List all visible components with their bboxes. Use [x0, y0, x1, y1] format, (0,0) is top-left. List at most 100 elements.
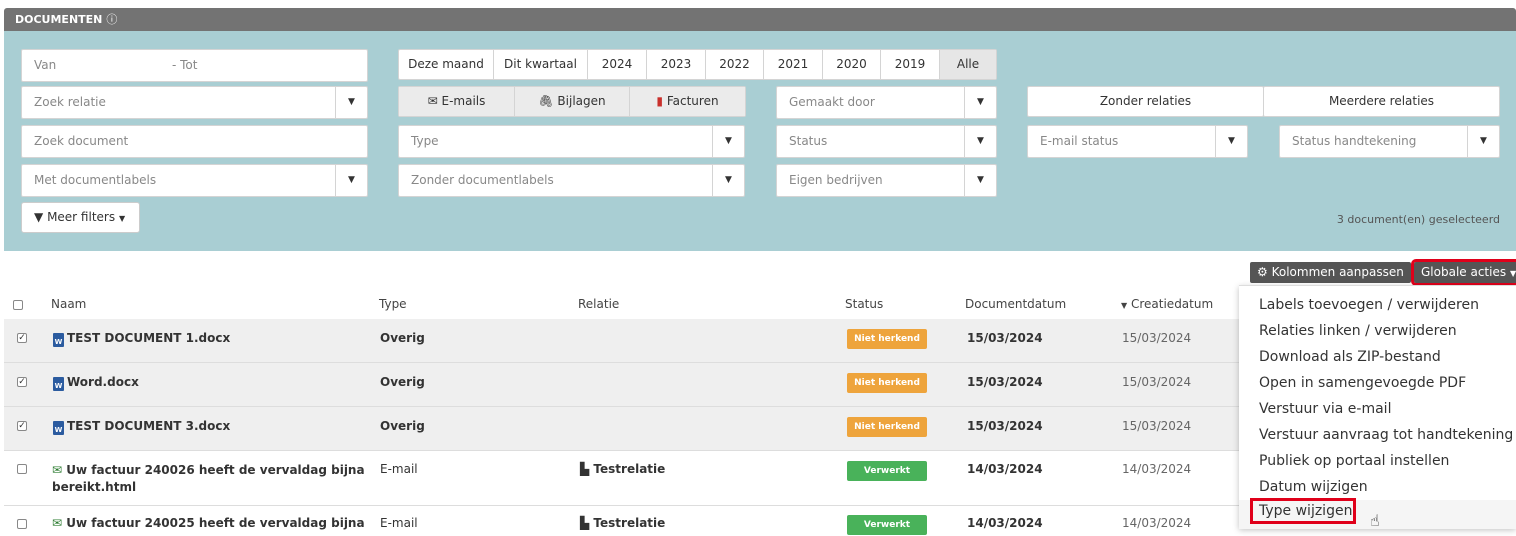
email-status-placeholder: E-mail status [1040, 134, 1119, 148]
row-type: E-mail [380, 462, 418, 476]
sort-desc-icon: ▼ [1121, 301, 1128, 310]
kolommen-aanpassen-label: Kolommen aanpassen [1271, 265, 1404, 279]
period-2022[interactable]: 2022 [706, 50, 764, 79]
row-checkbox[interactable]: ✓ [17, 421, 27, 431]
menu-open-pdf[interactable]: Open in samengevoegde PDF [1239, 370, 1516, 396]
gear-icon: ⚙ [1257, 265, 1268, 279]
row-type: Overig [380, 375, 425, 389]
column-relatie[interactable]: Relatie [578, 297, 619, 311]
row-checkbox[interactable]: ✓ [17, 377, 27, 387]
meer-filters-button[interactable]: ▼ Meer filters ▼ [21, 202, 140, 233]
globale-acties-label: Globale acties [1421, 265, 1507, 279]
meerdere-relaties-button[interactable]: Meerdere relaties [1263, 86, 1500, 117]
row-name[interactable]: ✉ Uw factuur 240026 heeft de vervaldag b… [52, 462, 365, 496]
word-file-icon: W [53, 333, 64, 347]
status-handtekening-placeholder: Status handtekening [1292, 134, 1417, 148]
selected-count: 3 document(en) geselecteerd [1336, 213, 1500, 226]
row-name-text: TEST DOCUMENT 3.docx [67, 419, 231, 433]
row-name[interactable]: W TEST DOCUMENT 1.docx [53, 331, 230, 347]
chevron-down-icon[interactable]: ▼ [964, 126, 996, 157]
chevron-down-icon[interactable]: ▼ [1467, 126, 1499, 157]
toggle-bijlagen-label: Bijlagen [557, 94, 606, 108]
row-type: Overig [380, 331, 425, 345]
row-type: Overig [380, 419, 425, 433]
column-naam[interactable]: Naam [51, 297, 86, 311]
column-type[interactable]: Type [379, 297, 407, 311]
panel-header: DOCUMENTEN ⓘ [4, 8, 1516, 31]
menu-verstuur-handtekening[interactable]: Verstuur aanvraag tot handtekening [1239, 422, 1516, 448]
period-dit-kwartaal[interactable]: Dit kwartaal [494, 50, 588, 79]
row-name-text: Word.docx [67, 375, 139, 389]
menu-datum-wijzigen[interactable]: Datum wijzigen [1239, 474, 1516, 500]
period-alle[interactable]: Alle [940, 50, 996, 79]
date-from-label: Van [34, 58, 57, 72]
word-file-icon: W [53, 421, 64, 435]
zonder-documentlabels-placeholder: Zonder documentlabels [411, 173, 554, 187]
row-checkbox[interactable] [17, 464, 27, 474]
chevron-down-icon[interactable]: ▼ [335, 87, 367, 118]
email-check-icon: ✉ [52, 463, 63, 477]
chevron-down-icon[interactable]: ▼ [964, 165, 996, 196]
status-select[interactable]: Status ▼ [776, 125, 997, 158]
status-badge: Verwerkt [847, 461, 927, 481]
zoek-document-input[interactable]: Zoek document [21, 125, 368, 158]
zoek-relatie-placeholder: Zoek relatie [34, 95, 106, 109]
period-2023[interactable]: 2023 [647, 50, 706, 79]
period-deze-maand[interactable]: Deze maand [399, 50, 494, 79]
zonder-documentlabels-select[interactable]: Zonder documentlabels ▼ [398, 164, 745, 197]
toggle-facturen[interactable]: ▮ Facturen [630, 87, 745, 116]
toggle-emails[interactable]: ✉ E-mails [399, 87, 515, 116]
met-documentlabels-select[interactable]: Met documentlabels ▼ [21, 164, 368, 197]
period-2020[interactable]: 2020 [823, 50, 881, 79]
column-creatiedatum[interactable]: ▼ Creatiedatum [1121, 297, 1213, 311]
chevron-down-icon[interactable]: ▼ [335, 165, 367, 196]
row-name[interactable]: W TEST DOCUMENT 3.docx [53, 419, 230, 435]
panel-title: DOCUMENTEN [15, 13, 103, 26]
row-created: 15/03/2024 [1122, 375, 1192, 389]
menu-type-wijzigen[interactable]: Type wijzigen [1250, 498, 1356, 524]
menu-publiek-portaal[interactable]: Publiek op portaal instellen [1239, 448, 1516, 474]
toggle-emails-label: E-mails [441, 94, 486, 108]
toggle-bijlagen[interactable]: 🖇 Bijlagen [515, 87, 630, 116]
select-all-checkbox[interactable] [13, 300, 23, 310]
row-docdate: 15/03/2024 [967, 331, 1043, 345]
invoice-icon: ▮ [656, 94, 664, 108]
period-2021[interactable]: 2021 [764, 50, 823, 79]
chevron-down-icon[interactable]: ▼ [964, 87, 996, 118]
row-relatie[interactable]: ▙ Testrelatie [580, 462, 665, 476]
row-relatie-text: Testrelatie [593, 462, 666, 476]
kolommen-aanpassen-button[interactable]: ⚙ Kolommen aanpassen [1250, 262, 1411, 283]
column-status[interactable]: Status [845, 297, 883, 311]
caret-down-icon: ▼ [1509, 269, 1516, 278]
question-circle-icon[interactable]: ⓘ [106, 13, 117, 26]
row-created: 15/03/2024 [1122, 331, 1192, 345]
filter-icon: ▼ [34, 210, 44, 224]
menu-download-zip[interactable]: Download als ZIP-bestand [1239, 344, 1516, 370]
status-handtekening-select[interactable]: Status handtekening ▼ [1279, 125, 1500, 158]
chevron-down-icon[interactable]: ▼ [712, 165, 744, 196]
toggle-facturen-label: Facturen [666, 94, 719, 108]
period-2019[interactable]: 2019 [881, 50, 940, 79]
date-range-input[interactable]: Van - Tot [21, 49, 368, 82]
menu-labels-toevoegen[interactable]: Labels toevoegen / verwijderen [1239, 292, 1516, 318]
email-status-select[interactable]: E-mail status ▼ [1027, 125, 1248, 158]
globale-acties-button[interactable]: Globale acties ▼ [1410, 259, 1516, 286]
period-2024[interactable]: 2024 [588, 50, 647, 79]
date-to-label: - Tot [172, 58, 198, 72]
chevron-down-icon[interactable]: ▼ [712, 126, 744, 157]
gemaakt-door-select[interactable]: Gemaakt door ▼ [776, 86, 997, 119]
row-created: 14/03/2024 [1122, 462, 1192, 476]
column-creatiedatum-label: Creatiedatum [1130, 297, 1214, 311]
chevron-down-icon[interactable]: ▼ [1215, 126, 1247, 157]
eigen-bedrijven-select[interactable]: Eigen bedrijven ▼ [776, 164, 997, 197]
type-select[interactable]: Type ▼ [398, 125, 745, 158]
row-checkbox[interactable]: ✓ [17, 333, 27, 343]
row-name-text-line2: bereikt.html [52, 480, 137, 494]
zoek-relatie-select[interactable]: Zoek relatie ▼ [21, 86, 368, 119]
zonder-relaties-button[interactable]: Zonder relaties [1027, 86, 1264, 117]
row-name[interactable]: W Word.docx [53, 375, 139, 391]
column-documentdatum[interactable]: Documentdatum [965, 297, 1066, 311]
factory-icon: ▙ [580, 462, 590, 476]
menu-relaties-linken[interactable]: Relaties linken / verwijderen [1239, 318, 1516, 344]
menu-verstuur-email[interactable]: Verstuur via e-mail [1239, 396, 1516, 422]
